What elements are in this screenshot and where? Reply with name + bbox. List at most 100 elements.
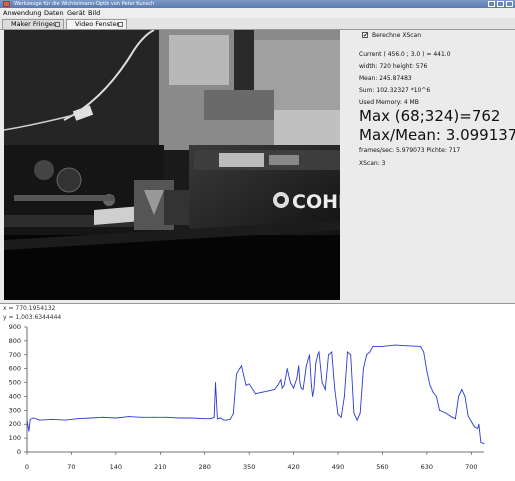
x-tick-label: 0 (25, 463, 29, 471)
y-tick-label: 800 (9, 337, 21, 345)
data-point (362, 368, 364, 370)
mean-value: Mean: 245.87483 (359, 75, 412, 82)
data-point (285, 375, 287, 377)
data-point (310, 384, 312, 386)
data-point (340, 416, 342, 418)
data-point (337, 414, 339, 415)
cursor-y-readout: y = 1,003.6344444 (3, 314, 62, 321)
checkbox-label: Berechne XScan (372, 32, 422, 39)
data-point (439, 409, 441, 411)
berechne-xscan-checkbox[interactable]: ✔ (362, 32, 368, 39)
data-point (235, 373, 237, 375)
menu-anwendung[interactable]: Anwendung (3, 9, 42, 17)
data-point (215, 382, 217, 384)
data-point (26, 419, 28, 421)
data-point (226, 419, 228, 421)
tab-close-icon[interactable] (118, 22, 123, 27)
max-value: Max (68;324)=762 (359, 107, 501, 125)
data-point (429, 384, 431, 386)
x-tick-label: 420 (287, 463, 299, 471)
tab-bar: Maker Fringes Video Fenster (0, 18, 515, 30)
data-point (350, 354, 352, 356)
data-point (29, 418, 31, 420)
data-point (274, 389, 276, 390)
data-point (315, 362, 317, 364)
menu-daten[interactable]: Daten (44, 9, 64, 17)
brand-label: COHER (292, 191, 340, 213)
data-point (255, 393, 256, 395)
window-titlebar: Werkzeuge für die Wichtelmann-Optik von … (0, 0, 515, 8)
x-tick-label: 280 (199, 463, 211, 471)
fps-value: frames/sec: 5.979073 Pichte: 717 (359, 147, 461, 154)
y-tick-label: 200 (9, 420, 21, 428)
data-point (394, 344, 396, 346)
data-point (28, 430, 30, 432)
data-point (458, 395, 460, 397)
xscan-chart[interactable]: 0 70 140 210 280 350 420 490 560 630 700 0 100 200 300… (0, 322, 515, 480)
data-point (51, 418, 53, 420)
data-point (302, 389, 304, 390)
data-point (356, 419, 358, 421)
data-point (477, 427, 479, 429)
xscan-value: XScan: 3 (359, 160, 386, 167)
data-point (166, 416, 168, 418)
data-point (470, 420, 472, 422)
data-point (298, 365, 300, 367)
data-point (359, 412, 361, 414)
data-point (128, 416, 130, 418)
data-point (289, 382, 291, 384)
maximize-button[interactable] (497, 1, 504, 7)
x-tick-label: 490 (332, 463, 344, 471)
data-point (267, 390, 269, 392)
data-point (420, 345, 422, 347)
x-tick-label: 560 (376, 463, 388, 471)
data-point (293, 387, 295, 389)
data-point (369, 351, 371, 353)
menu-bild[interactable]: Bild (88, 9, 100, 17)
close-button[interactable] (506, 1, 513, 7)
tab-maker-fringes[interactable]: Maker Fringes (2, 19, 64, 29)
data-point (153, 416, 155, 418)
y-tick-label: 600 (9, 365, 21, 373)
x-tick-label: 350 (243, 463, 255, 471)
tab-label: Maker Fringes (11, 20, 57, 28)
data-point (115, 417, 117, 419)
data-point (432, 391, 434, 393)
stats-panel: ✔ Berechne XScan Current ( 456.0 ; 3.0 )… (358, 30, 515, 300)
y-tick-label: 500 (9, 379, 21, 387)
data-point (324, 389, 326, 390)
data-point (216, 418, 218, 420)
y-tick-label: 100 (9, 434, 21, 442)
data-point (223, 419, 225, 421)
menu-geraet[interactable]: Gerät (67, 9, 85, 17)
data-point (334, 389, 336, 390)
data-point (296, 377, 298, 379)
data-point (308, 354, 310, 356)
minimize-button[interactable] (488, 1, 495, 7)
data-point (283, 384, 285, 386)
app-icon (3, 1, 10, 7)
data-point (454, 418, 456, 420)
data-point (178, 417, 180, 419)
data-point (32, 417, 34, 419)
data-point (261, 391, 263, 393)
data-point (281, 387, 283, 389)
tab-video-fenster[interactable]: Video Fenster (66, 19, 127, 29)
data-point (372, 345, 374, 347)
data-point (89, 417, 91, 419)
y-tick-label: 900 (9, 323, 21, 331)
data-point (305, 365, 307, 367)
data-point (461, 389, 463, 390)
camera-image[interactable]: COHER (4, 30, 340, 300)
data-point (248, 383, 250, 385)
memory-value: Used Memory: 4 MB (359, 99, 419, 106)
size-value: width: 720 height: 576 (359, 63, 428, 70)
data-point (140, 416, 142, 418)
data-point (277, 384, 279, 386)
sum-value: Sum: 102.32327 *10^6 (359, 87, 431, 94)
tab-close-icon[interactable] (55, 22, 60, 27)
data-point (321, 382, 323, 384)
data-point (343, 395, 345, 397)
data-point (239, 368, 241, 370)
data-point (280, 379, 282, 381)
